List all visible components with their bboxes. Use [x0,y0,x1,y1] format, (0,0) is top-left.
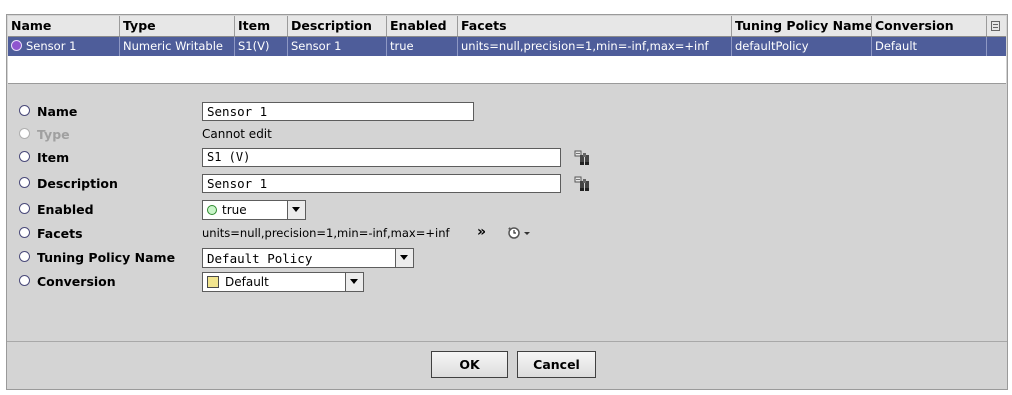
type-label: Type [37,127,70,142]
field-conversion: Conversion Default [7,271,1007,292]
field-description: Description Sensor 1 [7,173,1007,193]
ok-button[interactable]: OK [431,351,508,378]
table-row[interactable]: Sensor 1 Numeric Writable S1(V) Sensor 1… [8,37,1006,56]
button-bar-divider [7,341,1007,342]
cell-description: Sensor 1 [288,37,387,56]
dropdown-arrow-icon[interactable] [345,273,363,291]
true-status-icon [207,205,217,215]
name-radio[interactable] [19,105,30,116]
description-input[interactable]: Sensor 1 [202,174,561,193]
column-header-type[interactable]: Type [120,16,235,36]
history-clock-icon[interactable] [506,226,532,240]
cell-enabled: true [387,37,458,56]
binoculars-icon[interactable] [574,176,591,192]
tuning-policy-value: Default Policy [207,251,313,266]
column-header-enabled[interactable]: Enabled [387,16,458,36]
item-radio[interactable] [19,151,30,162]
cell-facets: units=null,precision=1,min=-inf,max=+inf [458,37,732,56]
name-label: Name [37,104,78,119]
column-header-conversion[interactable]: Conversion [872,16,987,36]
cell-name: Sensor 1 [8,37,120,56]
tuning-policy-select[interactable]: Default Policy [202,248,414,268]
field-tuning-policy: Tuning Policy Name Default Policy [7,247,1007,268]
item-input[interactable]: S1 (V) [202,148,561,167]
cell-tuning-policy: defaultPolicy [732,37,872,56]
cell-name-text: Sensor 1 [26,39,77,53]
facets-more-button[interactable]: » [477,224,486,240]
field-facets: Facets units=null,precision=1,min=-inf,m… [7,223,1007,243]
enabled-select-value: true [207,202,247,219]
points-table: Name Type Item Description Enabled Facet… [8,16,1006,84]
column-header-item[interactable]: Item [235,16,288,36]
facets-radio[interactable] [19,227,30,238]
field-enabled: Enabled true [7,199,1007,220]
dropdown-arrow-icon[interactable] [395,249,413,267]
column-header-tuning-policy[interactable]: Tuning Policy Name [732,16,872,36]
name-input[interactable]: Sensor 1 [202,102,474,121]
tuning-policy-radio[interactable] [19,251,30,262]
column-header-facets[interactable]: Facets [458,16,732,36]
enabled-value-text: true [222,203,247,217]
conversion-select-value: Default [207,274,269,291]
field-item: Item S1 (V) [7,147,1007,167]
dropdown-arrow-icon[interactable] [287,201,305,219]
conversion-value-text: Default [225,275,269,289]
description-radio[interactable] [19,177,30,188]
cell-item: S1(V) [235,37,288,56]
cell-type: Numeric Writable [120,37,235,56]
conversion-label: Conversion [37,274,116,289]
edit-dialog: Name Type Item Description Enabled Facet… [6,14,1008,390]
conversion-select[interactable]: Default [202,272,364,292]
facets-value: units=null,precision=1,min=-inf,max=+inf [202,226,450,240]
tuning-policy-label: Tuning Policy Name [37,250,176,265]
binoculars-icon[interactable] [574,150,591,166]
item-label: Item [37,150,70,165]
facets-label: Facets [37,226,83,241]
cell-conversion: Default [872,37,987,56]
column-chooser-button[interactable] [987,16,1006,36]
enabled-radio[interactable] [19,203,30,214]
column-header-name[interactable]: Name [8,16,120,36]
type-value: Cannot edit [202,127,272,141]
field-type: Type Cannot edit [7,124,1007,144]
cell-spacer [987,37,1006,56]
table-header: Name Type Item Description Enabled Facet… [8,16,1006,37]
conversion-swatch-icon [207,276,219,288]
type-radio [19,128,30,139]
enabled-label: Enabled [37,202,94,217]
cancel-button[interactable]: Cancel [517,351,596,378]
column-chooser-icon [991,21,1000,31]
column-header-description[interactable]: Description [288,16,387,36]
table-empty-area [8,56,1006,83]
selected-radio-icon [11,40,22,51]
field-name: Name Sensor 1 [7,101,1007,121]
description-label: Description [37,176,118,191]
enabled-select[interactable]: true [202,200,306,220]
conversion-radio[interactable] [19,275,30,286]
